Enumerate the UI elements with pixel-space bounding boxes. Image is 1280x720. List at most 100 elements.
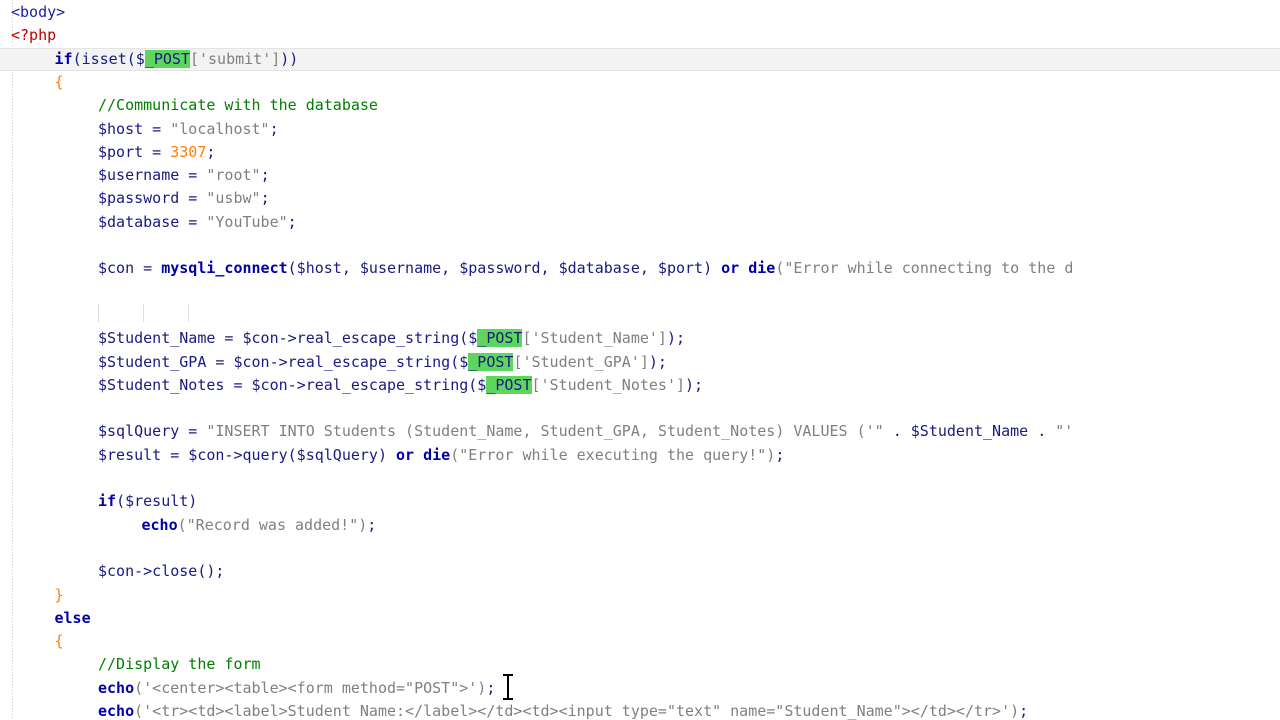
code-token-brace: } — [54, 585, 64, 604]
code-token-op: = — [179, 212, 207, 231]
code-line[interactable]: //Communicate with the database — [0, 94, 1280, 117]
code-token-str: ('<center><table><form method="POST">') — [134, 678, 487, 697]
code-token-var: $result — [98, 445, 162, 464]
code-token-op: = — [179, 166, 207, 185]
code-token-fn: echo — [141, 515, 178, 534]
code-editor[interactable]: <body> <?php if(isset($_POST['submit'])){/… — [0, 0, 1280, 720]
code-token-post: _POST — [486, 375, 532, 394]
code-token-op: = — [143, 142, 171, 161]
code-line[interactable] — [0, 304, 1280, 327]
code-line[interactable] — [0, 537, 1280, 560]
code-token-op: = — [179, 189, 207, 208]
code-token-str: "root" — [206, 166, 261, 185]
code-token-op: ); — [685, 375, 704, 394]
code-line[interactable]: $sqlQuery = "INSERT INTO Students (Stude… — [0, 420, 1280, 443]
code-token-str: "usbw" — [206, 189, 261, 208]
code-token-str: ['Student_Name'] — [522, 329, 667, 348]
code-line[interactable]: $Student_Notes = $con->real_escape_strin… — [0, 374, 1280, 397]
code-token-fn: echo — [98, 702, 135, 720]
code-line[interactable]: else — [0, 607, 1280, 630]
code-token-op — [739, 259, 748, 277]
code-token-op: ; — [206, 142, 216, 161]
code-line[interactable]: $database = "YouTube"; — [0, 211, 1280, 234]
code-line[interactable]: { — [0, 630, 1280, 653]
code-token-str: ['Student_GPA'] — [513, 352, 649, 371]
code-token-str: "YouTube" — [206, 212, 288, 231]
code-token-op: = — [179, 422, 207, 441]
code-token-str: "' — [1055, 422, 1074, 441]
code-token-tag: <body> — [11, 3, 66, 21]
code-token-post: _POST — [144, 49, 190, 68]
code-token-op: ; — [1019, 702, 1029, 720]
code-line[interactable]: $con->close(); — [0, 560, 1280, 583]
code-token-op: ($host, $username, $password, $database,… — [287, 259, 722, 278]
code-token-num: 3307 — [170, 142, 207, 161]
code-token-str: ['submit'] — [189, 49, 281, 68]
code-token-var: $username — [98, 166, 180, 185]
code-token-post: _POST — [468, 352, 514, 371]
code-token-fn: die — [423, 445, 451, 464]
code-line[interactable] — [0, 234, 1280, 257]
code-line[interactable]: <body> — [0, 1, 1280, 24]
code-token-var: $password — [98, 189, 180, 208]
code-token-op: . $Student_Name . — [883, 422, 1056, 441]
code-line[interactable]: $username = "root"; — [0, 164, 1280, 187]
code-token-var: $Student_Name — [98, 329, 216, 348]
code-token-str: ("Error while connecting to the d — [775, 259, 1074, 278]
code-line[interactable]: $con = mysqli_connect($host, $username, … — [0, 257, 1280, 280]
code-token-op: ; — [775, 445, 785, 464]
code-line[interactable] — [0, 281, 1280, 304]
code-token-op: ; — [269, 119, 279, 138]
code-line[interactable]: if($result) — [0, 490, 1280, 513]
code-line[interactable]: echo('<center><table><form method="POST"… — [0, 677, 1280, 700]
code-token-op: ; — [367, 515, 377, 534]
code-token-str: ("Error while executing the query!") — [450, 445, 776, 464]
code-token-fn: mysqli_connect — [161, 259, 288, 278]
code-token-kw: else — [54, 608, 91, 627]
code-token-op: = $con->query($sqlQuery) — [161, 445, 397, 464]
code-line[interactable]: //Display the form — [0, 653, 1280, 676]
code-token-cmt: //Communicate with the database — [98, 96, 378, 115]
code-line[interactable]: echo('<tr><td><label>Student Name:</labe… — [0, 700, 1280, 720]
code-token-op: ; — [287, 212, 297, 231]
code-token-post: _POST — [477, 329, 523, 348]
code-token-kw: or — [721, 259, 740, 278]
code-line[interactable]: $host = "localhost"; — [0, 118, 1280, 141]
code-line[interactable]: echo("Record was added!"); — [0, 514, 1280, 537]
code-line[interactable]: } — [0, 584, 1280, 607]
code-token-op: = — [143, 119, 171, 138]
code-token-str: ("Record was added!") — [177, 515, 368, 534]
code-token-op: )) — [280, 49, 299, 68]
code-token-var: $con — [98, 259, 135, 278]
code-line[interactable] — [0, 467, 1280, 490]
code-line[interactable]: { — [0, 71, 1280, 94]
code-token-op: ; — [486, 678, 496, 697]
code-line[interactable]: $Student_GPA = $con->real_escape_string(… — [0, 351, 1280, 374]
code-token-op — [414, 446, 423, 464]
code-token-op: = $con->real_escape_string($ — [206, 352, 469, 371]
code-token-var: $con — [98, 562, 135, 581]
code-line[interactable]: $password = "usbw"; — [0, 187, 1280, 210]
code-token-str: "INSERT INTO Students (Student_Name, Stu… — [206, 422, 884, 441]
code-token-op: = — [134, 259, 162, 278]
code-token-str: ('<tr><td><label>Student Name:</label></… — [134, 702, 1020, 720]
code-token-var: $database — [98, 212, 180, 231]
code-token-kw: if — [98, 492, 117, 511]
code-line[interactable]: <?php — [0, 24, 1280, 47]
code-token-fn: die — [748, 259, 776, 278]
code-line[interactable] — [0, 397, 1280, 420]
code-token-op: = $con->real_escape_string($ — [215, 329, 478, 348]
code-token-kw: if — [54, 49, 73, 68]
code-line[interactable]: if(isset($_POST['submit'])) — [0, 47, 1280, 71]
code-line[interactable]: $port = 3307; — [0, 141, 1280, 164]
code-token-op: ); — [666, 329, 686, 348]
code-token-op: ($result) — [116, 492, 198, 511]
code-token-var: $sqlQuery — [98, 422, 180, 441]
code-line[interactable]: $Student_Name = $con->real_escape_string… — [0, 327, 1280, 350]
code-token-op: ; — [260, 189, 270, 208]
code-line[interactable]: $result = $con->query($sqlQuery) or die(… — [0, 444, 1280, 467]
code-token-op: ); — [648, 352, 667, 371]
code-token-str: ['Student_Notes'] — [531, 375, 686, 394]
code-token-var: $Student_GPA — [98, 352, 207, 371]
code-token-brace: { — [54, 632, 64, 651]
